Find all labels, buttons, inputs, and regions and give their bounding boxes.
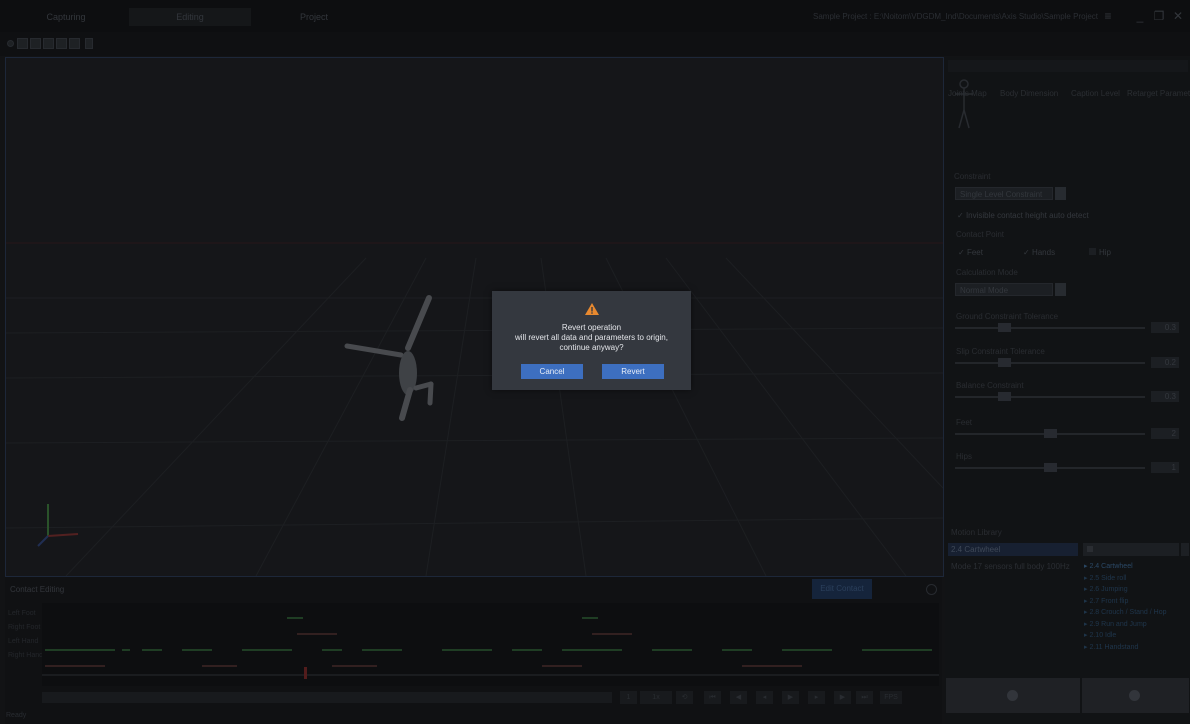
dialog-message: will revert all data and parameters to o… xyxy=(515,333,668,352)
revert-button[interactable]: Revert xyxy=(602,364,664,379)
revert-dialog: Revert operation will revert all data an… xyxy=(492,291,691,390)
warning-icon xyxy=(585,303,599,315)
dialog-title: Revert operation xyxy=(561,323,622,332)
cancel-button[interactable]: Cancel xyxy=(521,364,583,379)
